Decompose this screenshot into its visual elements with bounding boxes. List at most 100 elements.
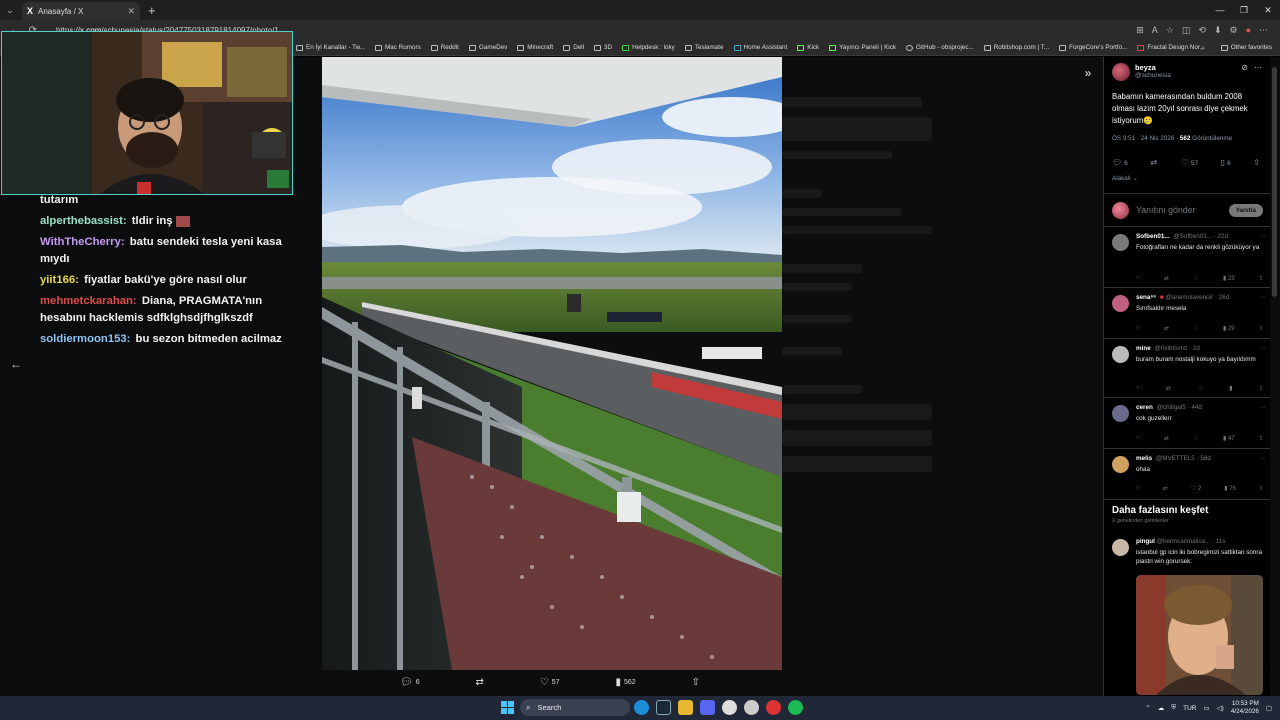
file-explorer-icon[interactable] — [678, 700, 693, 715]
bookmark-item[interactable]: 3D — [594, 44, 612, 51]
post-media-image[interactable] — [1136, 575, 1263, 695]
repost-icon[interactable]: ⇄ — [1164, 325, 1169, 332]
reply-item[interactable]: sena⁶⁶ ■ @anemolavenoir · 26d ⋯ Sınıfsald… — [1104, 289, 1270, 339]
restore-icon[interactable]: ❐ — [1232, 5, 1256, 16]
security-icon[interactable]: ⛨ — [1171, 704, 1176, 712]
reply-button[interactable]: 💬︎ 6 — [1112, 158, 1128, 167]
bookmark-item[interactable]: Helpdesk : loky — [622, 44, 675, 51]
menu-icon[interactable]: ⋯ — [1259, 25, 1268, 36]
reply-icon[interactable]: ○ — [1136, 385, 1140, 392]
heart-icon[interactable]: ♡ — [1193, 435, 1198, 442]
reply-item[interactable]: ceren @chillgal5 · 44d ⋯ cok guzellerr ○ ⇄… — [1104, 399, 1270, 449]
repost-action[interactable]: ⇄ — [476, 677, 484, 688]
views-icon[interactable]: ▮ 76 — [1224, 485, 1236, 492]
tweet-author[interactable]: beyza @schunesia — [1112, 63, 1171, 81]
bookmark-item[interactable]: Teslamate — [684, 44, 724, 51]
share-icon[interactable]: ⇧ — [1259, 325, 1264, 332]
more-bookmarks-icon[interactable]: › — [1201, 43, 1204, 52]
minimize-icon[interactable]: — — [1208, 5, 1232, 16]
downloads-icon[interactable]: ⬇ — [1214, 25, 1222, 36]
new-tab-icon[interactable]: + — [148, 3, 156, 18]
repost-icon[interactable]: ⇄ — [1163, 485, 1168, 492]
tray-overflow-icon[interactable]: ⌃ — [1145, 704, 1150, 712]
discord-icon[interactable] — [700, 700, 715, 715]
spotify-icon[interactable] — [788, 700, 803, 715]
grok-icon[interactable]: ⊘ — [1241, 63, 1248, 72]
avatar[interactable] — [1112, 539, 1129, 556]
profile-avatar[interactable]: ● — [1246, 25, 1251, 36]
tab-close-icon[interactable]: ✕ — [127, 6, 135, 17]
start-menu-icon[interactable] — [501, 701, 514, 714]
reply-input[interactable]: Yanıtını gönder — [1136, 205, 1196, 215]
repost-icon[interactable]: ⇄ — [1166, 385, 1171, 392]
heart-icon[interactable]: ♡ — [1197, 385, 1202, 392]
apps-icon[interactable]: ⊞ — [1136, 25, 1144, 36]
bookmark-item[interactable]: ForgeCore's Portfo... — [1059, 44, 1127, 51]
onedrive-icon[interactable]: ☁ — [1158, 704, 1165, 712]
more-options-icon[interactable]: ⋯ — [1254, 63, 1262, 72]
edge-icon[interactable] — [634, 700, 649, 715]
views-icon[interactable]: ▮ 29 — [1223, 325, 1235, 332]
share-icon[interactable]: ⇧ — [1259, 485, 1264, 492]
bookmark-item[interactable]: Yayıncı Paneli | Kick — [829, 44, 896, 51]
heart-icon[interactable]: ♡ — [1193, 275, 1198, 282]
notification-icon[interactable]: ▢ — [1266, 704, 1272, 712]
media-app-icon[interactable] — [744, 700, 759, 715]
views-action[interactable]: ▮ 562 — [615, 677, 635, 688]
bookmark-button[interactable]: ▯ 6 — [1221, 158, 1231, 167]
bookmark-item[interactable]: Kick — [797, 44, 819, 51]
bookmark-item[interactable]: Home Assistant — [733, 44, 787, 51]
reply-item[interactable]: melis @MVETTEL5 · 58d ⋯ ohaa ○ ⇄ ♡ 2 ▮ 76 ⇧ — [1104, 450, 1270, 500]
other-favorites[interactable]: Other favorites — [1220, 44, 1272, 51]
panel-scrollbar[interactable] — [1270, 57, 1280, 696]
share-icon[interactable]: ⇧ — [1259, 435, 1264, 442]
bookmark-item[interactable]: GameDev — [468, 44, 507, 51]
reply-submit-button[interactable]: Yanıtla — [1228, 203, 1263, 217]
more-options-icon[interactable]: ⋯ — [1260, 404, 1266, 411]
reply-item[interactable]: Sofben01... @Sofben01... · 22d ⋯ Fotoğraf… — [1104, 228, 1270, 288]
repost-icon[interactable]: ⇄ — [1164, 275, 1169, 282]
bookmark-item[interactable]: En İyi Kanallar - Tw... — [296, 44, 365, 51]
repost-icon[interactable]: ⇄ — [1164, 435, 1169, 442]
close-window-icon[interactable]: ✕ — [1256, 5, 1280, 16]
more-options-icon[interactable]: ⋯ — [1260, 233, 1266, 240]
more-options-icon[interactable]: ⋯ — [1260, 455, 1266, 462]
views-icon[interactable]: ▮ 23 — [1223, 275, 1235, 282]
heart-icon[interactable]: ♡ 2 — [1191, 485, 1201, 492]
chrome-icon[interactable] — [766, 700, 781, 715]
steam-icon[interactable] — [656, 700, 671, 715]
share-icon[interactable]: ⇧ — [1259, 275, 1264, 282]
more-options-icon[interactable]: ⋯ — [1260, 345, 1266, 352]
extensions-icon[interactable]: ⟲ — [1198, 25, 1206, 36]
network-icon[interactable]: ▭ — [1204, 704, 1210, 712]
share-icon[interactable]: ⇧ — [1259, 385, 1264, 392]
share-action[interactable]: ⇧ — [692, 677, 700, 688]
repost-button[interactable]: ⇄ — [1150, 158, 1159, 167]
scrollbar-thumb[interactable] — [1272, 67, 1277, 297]
previous-arrow-icon[interactable]: ← — [10, 357, 22, 371]
reply-icon[interactable]: ○ — [1136, 435, 1140, 442]
split-screen-icon[interactable]: ◫ — [1182, 25, 1191, 36]
expand-panel-icon[interactable]: » — [1080, 65, 1096, 81]
avatar[interactable] — [1112, 234, 1129, 251]
views-icon[interactable]: ▮ 47 — [1223, 435, 1235, 442]
bookmark-item[interactable]: Dell — [563, 44, 584, 51]
avatar[interactable] — [1112, 295, 1129, 312]
bookmark-item[interactable]: Fractal Design Nor... — [1137, 44, 1205, 51]
avatar[interactable] — [1112, 405, 1129, 422]
bookmark-item[interactable]: Reddit — [430, 44, 459, 51]
reply-icon[interactable]: ○ — [1136, 275, 1140, 282]
tab-actions-icon[interactable]: ⌄ — [0, 0, 20, 20]
read-aloud-icon[interactable]: A — [1152, 25, 1158, 36]
like-action[interactable]: ♡ 57 — [540, 677, 560, 688]
tweet-photo[interactable] — [322, 57, 782, 670]
reply-icon[interactable]: ○ — [1136, 325, 1140, 332]
reply-action[interactable]: 💬︎ 6 — [400, 677, 420, 688]
reply-icon[interactable]: ○ — [1136, 485, 1140, 492]
clock[interactable]: 10:53 PM 4/24/2026 — [1231, 700, 1259, 716]
bookmark-item[interactable]: Minecraft — [517, 44, 553, 51]
taskbar-search[interactable]: ⌕ Search — [520, 699, 630, 716]
settings-icon[interactable]: ⚙ — [1229, 25, 1237, 36]
browser-tab[interactable]: X Anasayfa / X ✕ — [22, 2, 140, 20]
like-button[interactable]: ♡ 57 — [1182, 158, 1198, 167]
